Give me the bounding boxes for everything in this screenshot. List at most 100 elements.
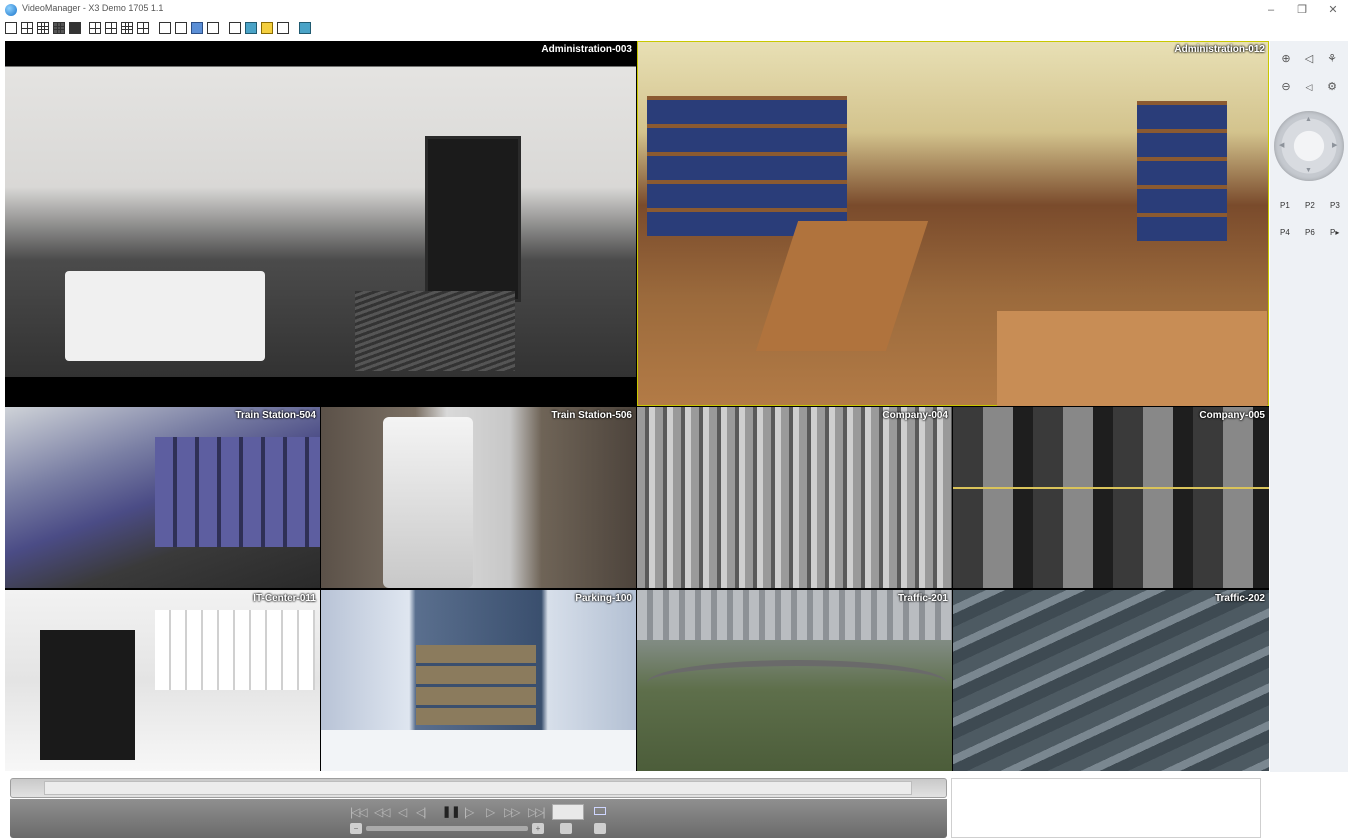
restore-button[interactable]: ❐ xyxy=(1287,2,1317,18)
fast-rewind-icon[interactable]: ◁◁ xyxy=(374,805,391,819)
garage-door xyxy=(416,645,536,725)
pan-up-icon[interactable]: ▲ xyxy=(1305,116,1312,123)
speed-slider[interactable] xyxy=(366,826,528,831)
speed-decrease-button[interactable]: − xyxy=(350,823,362,834)
camera-tile-train-station-504[interactable]: Train Station-504 xyxy=(5,407,320,588)
focus-near-icon[interactable]: ◁ xyxy=(1301,51,1317,67)
event-info-panel xyxy=(951,778,1261,838)
camera-tile-traffic-202[interactable]: Traffic-202 xyxy=(953,590,1269,771)
preset-p6[interactable]: P6 xyxy=(1305,228,1315,237)
timeline-track[interactable] xyxy=(44,781,912,795)
highway-ramp xyxy=(647,660,947,706)
pan-down-icon[interactable]: ▼ xyxy=(1305,167,1312,174)
iris-close-icon[interactable]: ⚙ xyxy=(1324,79,1340,95)
camera-label: Train Station-506 xyxy=(551,410,632,421)
camera-label: Traffic-202 xyxy=(1214,593,1265,604)
app-icon xyxy=(5,4,17,16)
skip-end-icon[interactable]: ▷▷| xyxy=(528,805,546,819)
camera-tile-administration-012[interactable]: Administration-012 xyxy=(637,41,1269,406)
camera-tile-it-center-011[interactable]: IT-Center-011 xyxy=(5,590,320,771)
camera-label: Parking-100 xyxy=(575,593,632,604)
reception-desk xyxy=(65,271,265,361)
camera-tile-company-004[interactable]: Company-004 xyxy=(637,407,952,588)
rack-row xyxy=(155,610,315,690)
layout-4x4-button[interactable] xyxy=(53,22,65,34)
fullscreen-button[interactable] xyxy=(229,22,241,34)
preset-p1[interactable]: P1 xyxy=(1280,201,1290,210)
ptz-joystick[interactable]: ▲ ▼ ◀ ▶ xyxy=(1274,111,1344,181)
timeline-scrubber[interactable] xyxy=(10,778,947,798)
preset-p4[interactable]: P4 xyxy=(1280,228,1290,237)
skip-start-icon[interactable]: |◁◁ xyxy=(350,805,368,819)
bookshelf-right xyxy=(1137,101,1227,241)
camera-tile-train-station-506[interactable]: Train Station-506 xyxy=(321,407,636,588)
pause-icon[interactable]: ❚❚ xyxy=(442,805,460,818)
zoom-out-icon[interactable]: ⊖ xyxy=(1278,79,1294,95)
close-button[interactable]: ✕ xyxy=(1318,2,1348,18)
camera-tile-company-005[interactable]: Company-005 xyxy=(953,407,1269,588)
iris-open-icon[interactable]: ⚘ xyxy=(1324,51,1340,67)
focus-far-icon[interactable]: ◁ xyxy=(1301,79,1317,95)
playback-controls: |◁◁ ◁◁ ◁ ◁| ❚❚ |▷ ▷ ▷▷ ▷▷| − + xyxy=(10,799,947,838)
snow-floor xyxy=(321,730,636,771)
ptz-panel: ⊕ ◁ ⚘ ⊖ ◁ ⚙ ▲ ▼ ◀ ▶ P1 P2 P3 P4 P6 P▸ xyxy=(1270,41,1348,838)
camera-icon[interactable] xyxy=(594,807,606,815)
frame-forward-icon[interactable]: |▷ xyxy=(464,805,474,819)
video-grid: Administration-003 Administration-012 Tr… xyxy=(5,41,1269,771)
pan-right-icon[interactable]: ▶ xyxy=(1332,141,1337,149)
preset-p2[interactable]: P2 xyxy=(1305,201,1315,210)
train-roof xyxy=(383,417,473,588)
bookshelf-left xyxy=(647,96,847,236)
layout-5x5-button[interactable] xyxy=(69,22,81,34)
camera-label: IT-Center-011 xyxy=(253,593,316,604)
preset-p3[interactable]: P3 xyxy=(1330,201,1340,210)
camera-label: Traffic-201 xyxy=(897,593,948,604)
playback-area: |◁◁ ◁◁ ◁ ◁| ❚❚ |▷ ▷ ▷▷ ▷▷| − + xyxy=(0,772,1348,838)
digital-zoom-button[interactable] xyxy=(175,22,187,34)
fast-forward-icon[interactable]: ▷▷ xyxy=(504,805,521,819)
train-car xyxy=(155,437,320,547)
export-icon[interactable] xyxy=(560,823,572,834)
speed-field[interactable] xyxy=(552,804,584,820)
floor-mat xyxy=(355,291,515,371)
zoom-window-button[interactable] xyxy=(159,22,171,34)
toolbar xyxy=(0,20,1348,40)
camera-tile-traffic-201[interactable]: Traffic-201 xyxy=(637,590,952,771)
layout-1x1-button[interactable] xyxy=(5,22,17,34)
camera-label: Administration-003 xyxy=(541,44,632,55)
snapshot-button[interactable] xyxy=(299,22,311,34)
frame-back-icon[interactable]: ◁| xyxy=(416,805,426,819)
speed-increase-button[interactable]: + xyxy=(532,823,544,834)
camera-tile-administration-003[interactable]: Administration-003 xyxy=(5,41,636,406)
panel-blue-button[interactable] xyxy=(245,22,257,34)
camera-tile-parking-100[interactable]: Parking-100 xyxy=(321,590,636,771)
layout-2plus8-button[interactable] xyxy=(121,22,133,34)
panel-yellow-button[interactable] xyxy=(261,22,273,34)
step-forward-icon[interactable]: ▷ xyxy=(486,805,495,819)
front-desk xyxy=(997,311,1267,406)
server-rack xyxy=(40,630,135,760)
minimize-button[interactable]: – xyxy=(1256,2,1286,18)
camera-label: Company-004 xyxy=(882,410,948,421)
preset-more[interactable]: P▸ xyxy=(1330,228,1339,237)
window-title: VideoManager - X3 Demo 1705 1.1 xyxy=(22,3,164,13)
desk xyxy=(755,221,929,351)
entrance-door xyxy=(425,136,521,302)
camera-label: Train Station-504 xyxy=(235,410,316,421)
camera-label: Administration-012 xyxy=(1174,44,1265,55)
sequence-button[interactable] xyxy=(207,22,219,34)
layout-3x3-button[interactable] xyxy=(37,22,49,34)
panel-timeline-button[interactable] xyxy=(277,22,289,34)
layout-2x2-button[interactable] xyxy=(21,22,33,34)
title-bar: VideoManager - X3 Demo 1705 1.1 – ❐ ✕ xyxy=(0,0,1348,20)
layout-1plus7-button[interactable] xyxy=(105,22,117,34)
zoom-in-icon[interactable]: ⊕ xyxy=(1278,51,1294,67)
ptz-toggle-button[interactable] xyxy=(191,22,203,34)
layout-1plus12-button[interactable] xyxy=(137,22,149,34)
step-back-icon[interactable]: ◁ xyxy=(398,805,407,819)
lane-line xyxy=(953,487,1269,489)
camera-label: Company-005 xyxy=(1199,410,1265,421)
layout-1plus5-button[interactable] xyxy=(89,22,101,34)
bookmark-icon[interactable] xyxy=(594,823,606,834)
pan-left-icon[interactable]: ◀ xyxy=(1279,141,1284,149)
